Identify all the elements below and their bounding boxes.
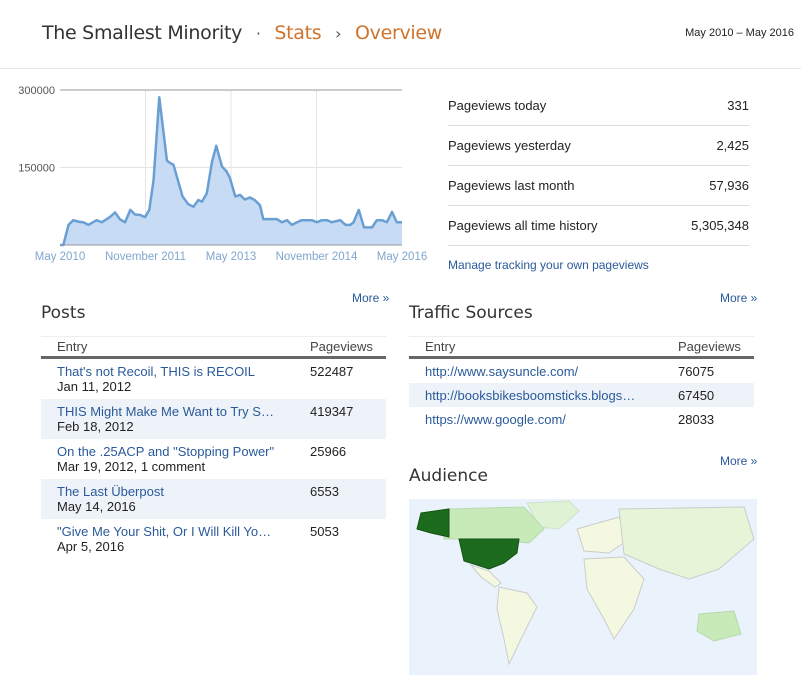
referrer-link[interactable]: https://www.google.com/ — [425, 412, 566, 427]
post-link[interactable]: The Last Überpost — [57, 484, 310, 499]
map-canada — [444, 507, 544, 543]
referrer-link[interactable]: http://www.saysuncle.com/ — [425, 364, 578, 379]
stat-value: 57,936 — [709, 178, 749, 193]
pageviews-chart[interactable]: 300000 150000 May 2010 November 2011 May 201… — [0, 80, 430, 270]
referrer-views: 67450 — [678, 388, 714, 403]
date-range[interactable]: May 2010 – May 2016 — [685, 27, 794, 39]
referrer-link[interactable]: http://booksbikesboomsticks.blogs… — [425, 388, 635, 403]
stat-label: Pageviews today — [448, 98, 546, 113]
map-africa — [584, 557, 644, 639]
x-tick-label: May 2013 — [206, 251, 257, 263]
stat-label: Pageviews yesterday — [448, 138, 571, 153]
breadcrumb: The Smallest Minority · Stats › Overview — [42, 22, 442, 44]
post-meta: Feb 18, 2012 — [57, 419, 310, 434]
map-australia — [697, 611, 741, 641]
stat-label: Pageviews last month — [448, 178, 574, 193]
col-pageviews: Pageviews — [678, 339, 741, 354]
table-row: The Last ÜberpostMay 14, 20166553 — [41, 479, 386, 519]
posts-table: EntryPageviews That's not Recoil, THIS i… — [41, 336, 386, 559]
breadcrumb-stats[interactable]: Stats — [274, 22, 321, 44]
table-row: http://booksbikesboomsticks.blogs… 67450 — [409, 383, 754, 407]
stat-row: Pageviews today 331 — [448, 86, 749, 126]
table-row: On the .25ACP and "Stopping Power"Mar 19… — [41, 439, 386, 479]
y-tick-label: 150000 — [18, 163, 55, 175]
x-tick-label: November 2014 — [276, 251, 358, 263]
stats-summary: Pageviews today 331 Pageviews yesterday 2,4… — [448, 86, 749, 272]
separator: · — [256, 24, 261, 43]
chevron-right-icon: › — [335, 24, 341, 43]
post-link[interactable]: That's not Recoil, THIS is RECOIL — [57, 364, 310, 379]
stat-value: 2,425 — [716, 138, 749, 153]
post-link[interactable]: THIS Might Make Me Want to Try S… — [57, 404, 310, 419]
col-pageviews: Pageviews — [310, 339, 373, 354]
posts-title: Posts — [41, 303, 85, 323]
stat-row: Pageviews last month 57,936 — [448, 166, 749, 206]
traffic-table: EntryPageviews http://www.saysuncle.com/… — [409, 336, 754, 431]
audience-world-map[interactable] — [409, 499, 757, 675]
site-name: The Smallest Minority — [42, 22, 242, 44]
map-usa — [459, 539, 519, 569]
table-row: THIS Might Make Me Want to Try S…Feb 18,… — [41, 399, 386, 439]
post-meta: Jan 11, 2012 — [57, 379, 310, 394]
manage-tracking-link[interactable]: Manage tracking your own pageviews — [448, 258, 749, 272]
post-views: 419347 — [310, 404, 353, 439]
x-tick-label: November 2011 — [105, 251, 186, 263]
header: The Smallest Minority · Stats › Overview… — [0, 0, 801, 69]
post-views: 6553 — [310, 484, 339, 519]
map-russia-asia — [619, 507, 754, 579]
posts-more-link[interactable]: More » — [352, 291, 389, 305]
stat-label: Pageviews all time history — [448, 218, 598, 233]
post-meta: Mar 19, 2012, 1 comment — [57, 459, 310, 474]
stat-row: Pageviews yesterday 2,425 — [448, 126, 749, 166]
post-meta: May 14, 2016 — [57, 499, 310, 514]
stat-value: 331 — [727, 98, 749, 113]
audience-title: Audience — [409, 466, 488, 486]
col-entry: Entry — [41, 339, 310, 354]
y-tick-label: 300000 — [18, 85, 55, 97]
stat-value: 5,305,348 — [691, 218, 749, 233]
traffic-more-link[interactable]: More » — [720, 291, 757, 305]
table-row: "Give Me Your Shit, Or I Will Kill Yo…Ap… — [41, 519, 386, 559]
audience-more-link[interactable]: More » — [720, 454, 757, 468]
map-south-america — [497, 587, 537, 664]
x-tick-label: May 2010 — [35, 251, 86, 263]
table-row: That's not Recoil, THIS is RECOILJan 11,… — [41, 359, 386, 399]
post-meta: Apr 5, 2016 — [57, 539, 310, 554]
table-row: http://www.saysuncle.com/76075 — [409, 359, 754, 383]
referrer-views: 76075 — [678, 364, 714, 379]
post-views: 5053 — [310, 524, 339, 559]
stat-row: Pageviews all time history 5,305,348 — [448, 206, 749, 246]
col-entry: Entry — [409, 339, 678, 354]
referrer-views: 28033 — [678, 412, 714, 427]
table-row: https://www.google.com/28033 — [409, 407, 754, 431]
post-link[interactable]: On the .25ACP and "Stopping Power" — [57, 444, 310, 459]
page-title: Overview — [355, 22, 442, 44]
x-tick-label: May 2016 — [377, 251, 428, 263]
post-views: 25966 — [310, 444, 346, 479]
post-views: 522487 — [310, 364, 353, 399]
post-link[interactable]: "Give Me Your Shit, Or I Will Kill Yo… — [57, 524, 310, 539]
map-alaska — [417, 509, 449, 537]
traffic-title: Traffic Sources — [409, 303, 533, 323]
